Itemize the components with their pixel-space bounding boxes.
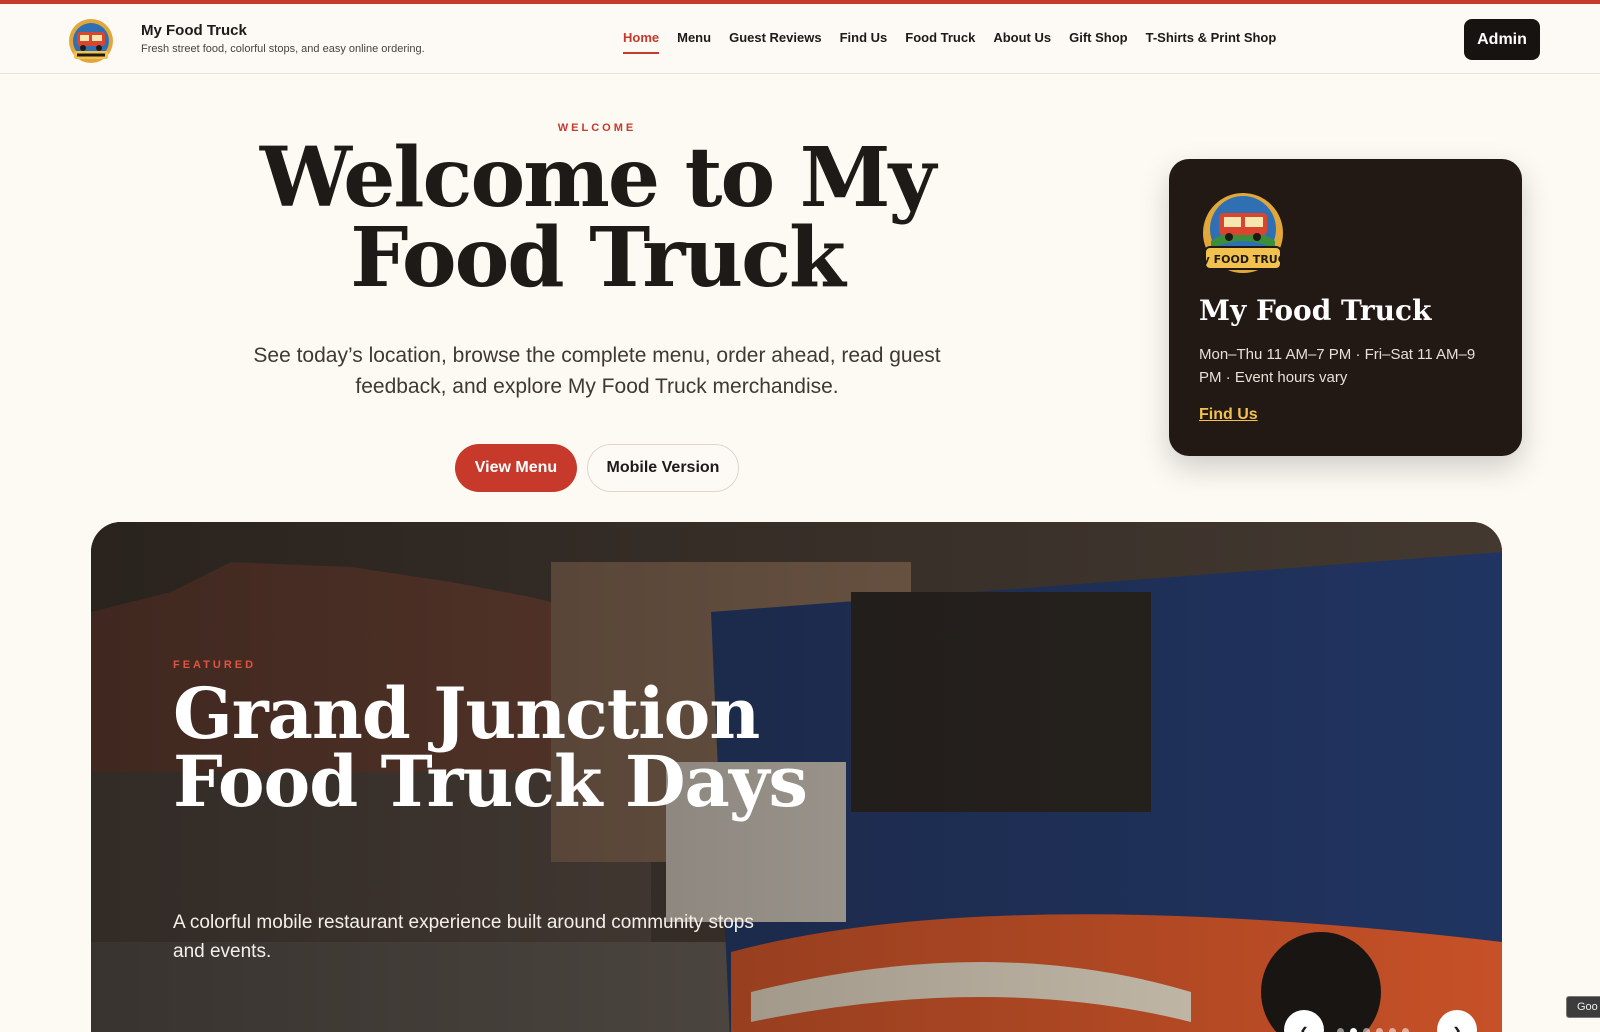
carousel-dot[interactable]	[1337, 1028, 1344, 1032]
nav-item-home[interactable]: Home	[623, 30, 660, 54]
featured-subtitle: A colorful mobile restaurant experience …	[173, 912, 754, 962]
info-card-find-us-link[interactable]: Find Us	[1199, 406, 1258, 424]
brand-tagline: Fresh street food, colorful stops, and e…	[141, 43, 425, 55]
info-card-hours: Mon–Thu 11 AM–7 PM · Fri–Sat 11 AM–9 PM …	[1199, 346, 1476, 386]
view-menu-button[interactable]: View Menu	[455, 444, 577, 492]
hero-subtitle: See today’s location, browse the complet…	[253, 344, 941, 398]
nav-item-about-us[interactable]: About Us	[993, 30, 1051, 54]
corner-badge[interactable]: Goo	[1566, 996, 1600, 1018]
brand-name[interactable]: My Food Truck	[141, 22, 247, 39]
featured-eyebrow: FEATURED	[173, 659, 257, 671]
brand-logo-icon[interactable]	[68, 18, 114, 64]
carousel-dot[interactable]	[1363, 1028, 1370, 1032]
featured-title: Grand Junction Food Truck Days	[173, 672, 808, 823]
site-header: My Food Truck Fresh street food, colorfu…	[0, 4, 1600, 74]
nav-item-tshirts-print-shop[interactable]: T-Shirts & Print Shop	[1146, 30, 1277, 54]
carousel-dot[interactable]	[1402, 1028, 1409, 1032]
hero-title: Welcome to My Food Truck	[259, 130, 936, 306]
carousel-dot[interactable]	[1376, 1028, 1383, 1032]
admin-button[interactable]: Admin	[1464, 19, 1540, 60]
nav-item-gift-shop[interactable]: Gift Shop	[1069, 30, 1128, 54]
food-truck-logo-icon: My FOOD TRUCK	[1197, 193, 1289, 273]
nav-item-find-us[interactable]: Find Us	[840, 30, 888, 54]
featured-carousel: FEATURED Grand Junction Food Truck Days …	[91, 522, 1502, 1032]
info-card-title: My Food Truck	[1199, 294, 1432, 327]
carousel-dot[interactable]	[1389, 1028, 1396, 1032]
mobile-version-button[interactable]: Mobile Version	[587, 444, 739, 492]
logo-wordmark: My FOOD TRUCK	[1197, 253, 1289, 266]
info-card: My FOOD TRUCK My Food Truck Mon–Thu 11 A…	[1169, 159, 1522, 456]
main-nav: Home Menu Guest Reviews Find Us Food Tru…	[623, 30, 1276, 54]
nav-item-menu[interactable]: Menu	[677, 30, 711, 54]
nav-item-guest-reviews[interactable]: Guest Reviews	[729, 30, 822, 54]
carousel-dots	[1337, 1028, 1409, 1032]
nav-item-food-truck[interactable]: Food Truck	[905, 30, 975, 54]
carousel-dot[interactable]	[1350, 1028, 1357, 1032]
